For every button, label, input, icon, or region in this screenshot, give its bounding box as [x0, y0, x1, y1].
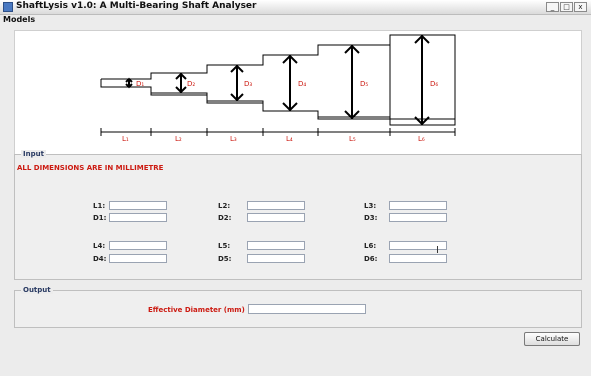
d1-field[interactable]: [109, 213, 167, 222]
text-cursor-icon: I: [436, 245, 439, 256]
d2-field[interactable]: [247, 213, 305, 222]
d2-label-text: D2:: [218, 214, 232, 222]
d5-label-text: D5:: [218, 255, 232, 263]
l3-label-text: L3:: [364, 202, 377, 210]
calculate-button[interactable]: Calculate: [524, 332, 580, 346]
effective-diameter-field[interactable]: [248, 304, 366, 314]
l5-field[interactable]: [247, 241, 305, 250]
l4-label: L₄: [286, 135, 293, 141]
d1-label: D₁: [136, 80, 144, 88]
title-bar: ShaftLysis v1.0: A Multi-Bearing Shaft A…: [0, 0, 591, 15]
menu-models[interactable]: Models: [3, 15, 35, 24]
window-title: ShaftLysis v1.0: A Multi-Bearing Shaft A…: [16, 1, 257, 11]
shaft-outline-bottom: [101, 86, 391, 125]
l3-label: L₃: [230, 135, 237, 141]
d6-label: D₆: [430, 80, 438, 88]
l1-label: L₁: [122, 135, 129, 141]
window-controls: _ □ x: [546, 2, 587, 12]
l4-field[interactable]: [109, 241, 167, 250]
d5-label: D₅: [360, 80, 368, 88]
l1-label-text: L1:: [93, 202, 106, 210]
minimize-button[interactable]: _: [546, 2, 559, 12]
l6-label-text: L6:: [364, 242, 377, 250]
l2-label: L₂: [175, 135, 182, 141]
shaft-outline-upper: [101, 35, 391, 80]
maximize-button[interactable]: □: [560, 2, 573, 12]
d3-label-text: D3:: [364, 214, 378, 222]
l4-label-text: L4:: [93, 242, 106, 250]
d3-field[interactable]: [389, 213, 447, 222]
d4-label-text: D4:: [93, 255, 107, 263]
l6-label: L₆: [418, 135, 425, 141]
d2-label: D₂: [187, 80, 195, 88]
l2-label-text: L2:: [218, 202, 231, 210]
l5-label: L₅: [349, 135, 356, 141]
close-button[interactable]: x: [574, 2, 587, 12]
d6-label-text: D6:: [364, 255, 378, 263]
d5-field[interactable]: [247, 254, 305, 263]
units-notice: ALL DIMENSIONS ARE IN MILLIMETRE: [17, 164, 164, 172]
d4-label: D₄: [298, 80, 306, 88]
d3-label: D₃: [244, 80, 252, 88]
effective-diameter-label: Effective Diameter (mm) :: [148, 306, 251, 314]
l1-field[interactable]: [109, 201, 167, 210]
l2-field[interactable]: [247, 201, 305, 210]
shaft-diagram-svg: D₁ D₂ D₃ D₄ D₅ D₆ L₁ L₂ L₃ L₄ L₅ L₆: [100, 34, 456, 141]
menu-bar: Models: [0, 15, 591, 27]
d4-field[interactable]: [109, 254, 167, 263]
shaft-diagram: D₁ D₂ D₃ D₄ D₅ D₆ L₁ L₂ L₃ L₄ L₅ L₆: [14, 30, 582, 164]
app-window: ShaftLysis v1.0: A Multi-Bearing Shaft A…: [0, 0, 591, 376]
input-panel-title: Input: [21, 150, 46, 158]
d1-label-text: D1:: [93, 214, 107, 222]
l3-field[interactable]: [389, 201, 447, 210]
output-panel-title: Output: [21, 286, 53, 294]
app-icon: [3, 2, 13, 12]
l5-label-text: L5:: [218, 242, 231, 250]
